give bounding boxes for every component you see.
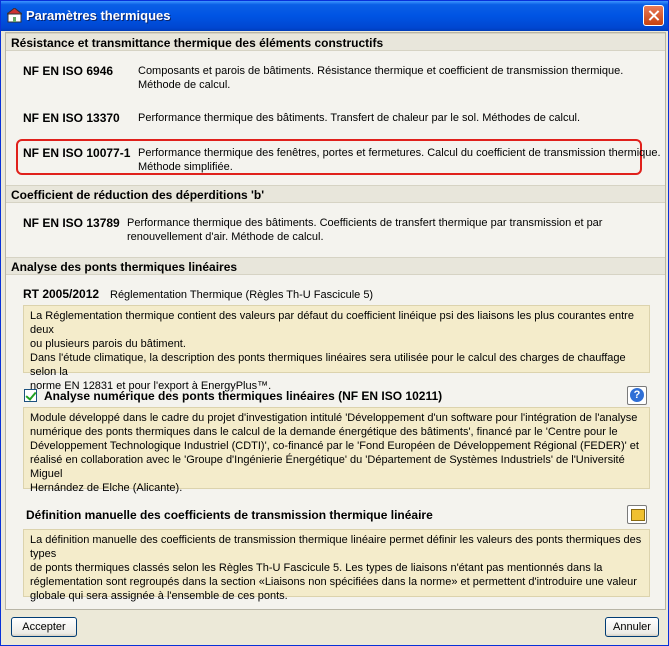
info-line: La Réglementation thermique contient des… (30, 310, 634, 336)
info-line: Module développé dans le cadre du projet… (30, 412, 638, 424)
section-header-ponts: Analyse des ponts thermiques linéaires (6, 257, 665, 275)
norm-iso-13789: NF EN ISO 13789 (23, 216, 120, 230)
thermal-settings-icon (7, 8, 22, 23)
thermal-parameters-window: Paramètres thermiques Résistance et tran… (0, 0, 669, 646)
desc-line: Méthode de calcul. (138, 79, 231, 91)
numerical-analysis-label[interactable]: Analyse numérique des ponts thermiques l… (44, 389, 442, 403)
rt-desc: Réglementation Thermique (Règles Th-U Fa… (110, 289, 374, 301)
info-line: Dans l'étude climatique, la description … (30, 352, 626, 378)
norm-iso-13789-desc: Performance thermique des bâtiments. Coe… (127, 216, 602, 244)
info-line: ou plusieurs parois du bâtiment. (30, 338, 186, 350)
numerical-info-box: Module développé dans le cadre du projet… (23, 407, 650, 494)
norm-iso-13370-desc: Performance thermique des bâtiments. Tra… (138, 112, 581, 124)
title-bar[interactable]: Paramètres thermiques (1, 1, 668, 31)
manual-info-box: La définition manuelle des coefficients … (23, 529, 650, 602)
info-line: Hernández de Elche (Alicante). (30, 482, 183, 494)
cancel-button[interactable]: Annuler (605, 617, 659, 637)
info-line: réglementation sont regroupés dans la se… (30, 576, 637, 588)
desc-line: renouvellement d'air. Méthode de calcul. (127, 231, 324, 243)
info-line: Développement Technologique Industriel (… (30, 440, 639, 452)
norm-rt-2005-2012: RT 2005/2012 (23, 287, 100, 301)
norm-iso-6946: NF EN ISO 6946 (23, 64, 114, 78)
numerical-analysis-checkbox[interactable] (24, 389, 37, 402)
section-header-resistance: Résistance et transmittance thermique de… (6, 33, 665, 51)
help-icon: ? (630, 388, 644, 402)
norm-iso-10077-1-desc: Performance thermique des fenêtres, port… (138, 146, 661, 174)
desc-line: Performance thermique des fenêtres, port… (138, 147, 661, 159)
edit-button[interactable] (627, 505, 647, 524)
section-header-reduction: Coefficient de réduction des déperdition… (6, 185, 665, 203)
info-line: numérique des ponts thermiques dans le c… (30, 426, 618, 438)
window-title: Paramètres thermiques (26, 8, 171, 23)
info-line: La définition manuelle des coefficients … (30, 534, 642, 560)
desc-line: Méthode simplifiée. (138, 161, 233, 173)
desc-line: Composants et parois de bâtiments. Résis… (138, 65, 624, 77)
folder-edit-icon (631, 509, 645, 521)
info-line: de ponts thermiques classés selon les Rè… (30, 562, 603, 574)
content-panel: Résistance et transmittance thermique de… (5, 32, 666, 610)
accept-button[interactable]: Accepter (11, 617, 77, 637)
info-line: réalisé en collaboration avec le 'Groupe… (30, 454, 625, 480)
desc-line: Performance thermique des bâtiments. Coe… (127, 217, 603, 229)
rt-info-box: La Réglementation thermique contient des… (23, 305, 650, 392)
close-button[interactable] (643, 5, 664, 26)
norm-iso-13370: NF EN ISO 13370 (23, 111, 120, 125)
info-line: globale qui sera assignée à l'ensemble d… (30, 590, 288, 602)
norm-iso-6946-desc: Composants et parois de bâtiments. Résis… (138, 64, 623, 92)
manual-definition-label: Définition manuelle des coefficients de … (26, 508, 433, 522)
norm-iso-10077-1: NF EN ISO 10077-1 (23, 146, 131, 160)
help-button[interactable]: ? (627, 386, 647, 405)
